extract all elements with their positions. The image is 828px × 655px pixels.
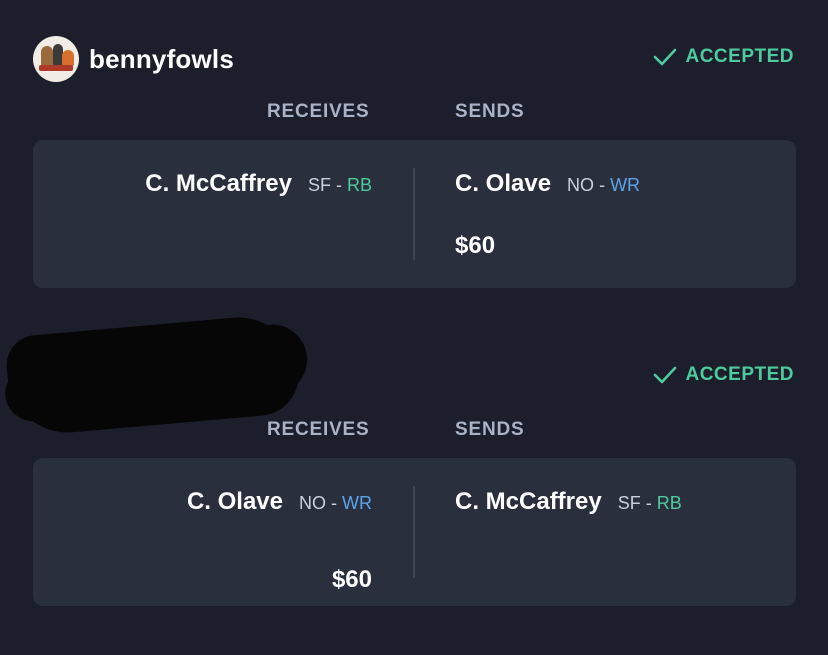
player-team: NO - xyxy=(567,175,606,195)
received-player[interactable]: C. Olave NO - WR xyxy=(187,488,372,516)
trade-item: ACCEPTED RECEIVES SENDS C. Olave NO - WR… xyxy=(0,312,828,655)
check-icon xyxy=(654,48,677,66)
trade-card: C. Olave NO - WR $60 C. McCaffrey SF - R… xyxy=(33,458,796,606)
received-money: $60 xyxy=(331,566,372,593)
player-position: RB xyxy=(346,175,372,195)
player-name[interactable]: C. Olave xyxy=(455,170,551,198)
sends-header: SENDS xyxy=(455,419,525,440)
player-team: SF - xyxy=(307,175,342,195)
check-icon xyxy=(654,366,677,384)
player-name[interactable]: C. Olave xyxy=(187,488,283,516)
player-position: WR xyxy=(342,493,372,513)
trade-item: bennyfowls ACCEPTED RECEIVES SENDS C. Mc… xyxy=(0,0,828,300)
trade-history: bennyfowls ACCEPTED RECEIVES SENDS C. Mc… xyxy=(0,0,828,655)
received-player[interactable]: C. McCaffrey SF - RB xyxy=(145,170,372,198)
receives-header: RECEIVES xyxy=(267,101,370,122)
divider xyxy=(413,168,415,260)
username[interactable]: bennyfowls xyxy=(89,44,234,75)
sent-player[interactable]: C. McCaffrey SF - RB xyxy=(455,488,682,516)
sent-player[interactable]: C. Olave NO - WR xyxy=(455,170,640,198)
divider xyxy=(413,486,415,578)
status-label: ACCEPTED xyxy=(685,364,794,385)
player-team: NO - xyxy=(298,493,337,513)
avatar[interactable] xyxy=(33,36,79,82)
player-name[interactable]: C. McCaffrey xyxy=(455,488,602,516)
receives-header: RECEIVES xyxy=(267,419,370,440)
redacted-username xyxy=(2,312,311,438)
player-position: RB xyxy=(656,493,682,513)
status-label: ACCEPTED xyxy=(685,46,794,67)
player-team: SF - xyxy=(617,493,652,513)
sent-money: $60 xyxy=(455,232,496,259)
sends-header: SENDS xyxy=(455,101,525,122)
status-badge: ACCEPTED xyxy=(653,364,794,386)
status-badge: ACCEPTED xyxy=(653,46,794,68)
player-position: WR xyxy=(610,175,641,195)
player-name[interactable]: C. McCaffrey xyxy=(145,170,292,198)
trade-user[interactable]: bennyfowls xyxy=(33,35,234,83)
trade-card: C. McCaffrey SF - RB C. Olave NO - WR $6… xyxy=(33,140,796,288)
